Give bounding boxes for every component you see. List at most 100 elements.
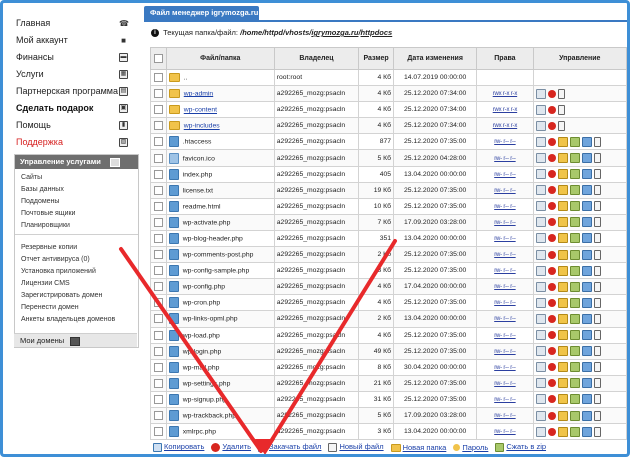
file-name-cell[interactable]: wp-login.php	[165, 342, 275, 360]
file-name-cell[interactable]: license.txt	[165, 181, 275, 199]
delete-icon[interactable]	[547, 137, 556, 146]
file-name[interactable]: wp-links-opml.php	[183, 316, 238, 323]
table-row[interactable]: license.txt a292265_mozg:psacln 19 Кб 25.12…	[150, 181, 627, 199]
download-icon[interactable]	[581, 249, 592, 260]
row-select-cell[interactable]	[150, 326, 167, 344]
properties-icon[interactable]	[593, 297, 601, 308]
perms-link[interactable]: rw- r-- r--	[494, 236, 516, 242]
row-checkbox[interactable]	[153, 73, 163, 83]
download-icon[interactable]	[581, 233, 592, 244]
perms-link[interactable]: rw- r-- r--	[494, 365, 516, 371]
table-row[interactable]: .. root:root 4 Кб 14.07.2019 00:00:00	[150, 68, 627, 87]
perms-link[interactable]: rw- r-- r--	[494, 139, 516, 145]
row-select-cell[interactable]	[150, 68, 167, 87]
table-row[interactable]: wp-config-sample.php a292265_mozg:psacln 3…	[150, 262, 627, 280]
services-item[interactable]: Анкеты владельцев доменов	[15, 314, 138, 326]
delete-icon[interactable]	[547, 427, 556, 436]
table-row[interactable]: readme.html a292265_mozg:psacln 10 Кб 25.12…	[150, 197, 627, 215]
rename-icon[interactable]	[535, 104, 546, 115]
zip-icon[interactable]	[569, 330, 580, 341]
download-icon[interactable]	[581, 426, 592, 437]
edit-icon[interactable]	[557, 169, 568, 180]
perms-link[interactable]: rw- r-- r--	[494, 429, 516, 435]
file-name-cell[interactable]: wp-settings.php	[165, 374, 275, 392]
services-item[interactable]: Сайты	[15, 172, 138, 184]
sidebar-item-8[interactable]: Поддержка	[16, 134, 63, 150]
delete-icon[interactable]	[547, 314, 556, 323]
perms-link[interactable]: rw- r-- r--	[494, 349, 516, 355]
file-name-cell[interactable]: .htaccess	[165, 133, 275, 151]
perms-link[interactable]: rw- r-- r--	[494, 156, 516, 162]
file-name-cell[interactable]: ..	[165, 68, 275, 87]
file-name[interactable]: wp-login.php	[183, 348, 222, 355]
rename-icon[interactable]	[535, 362, 546, 373]
rename-icon[interactable]	[535, 281, 546, 292]
download-icon[interactable]	[581, 136, 592, 147]
file-name-cell[interactable]: wp-activate.php	[165, 213, 275, 231]
file-manager-tab[interactable]: Файл менеджер igrymozga.ru	[144, 6, 259, 20]
services-item[interactable]: Почтовые ящики	[15, 208, 138, 220]
table-row[interactable]: wp-load.php a292265_mozg:psacln 4 Кб 25.12.…	[150, 326, 627, 344]
sidebar-item-5[interactable]: Партнерская программа	[16, 83, 118, 99]
perms-link[interactable]: rwx r-x r-x	[493, 123, 518, 129]
table-row[interactable]: wp-admin a292265_mozg:psacln 4 Кб 25.12.202…	[150, 85, 627, 103]
file-name[interactable]: wp-config.php	[183, 284, 225, 291]
row-select-cell[interactable]	[150, 358, 167, 376]
properties-icon[interactable]	[593, 249, 601, 260]
rename-icon[interactable]	[535, 88, 546, 99]
row-select-cell[interactable]	[150, 181, 167, 199]
sidebar-item-6[interactable]: Сделать подарок	[16, 100, 93, 116]
properties-icon[interactable]	[593, 378, 601, 389]
table-row[interactable]: wp-content a292265_mozg:psacln 4 Кб 25.12.2…	[150, 101, 627, 119]
delete-icon[interactable]	[547, 347, 556, 356]
file-name-cell[interactable]: wp-includes	[165, 117, 275, 135]
zip-icon[interactable]	[569, 410, 580, 421]
row-checkbox[interactable]	[153, 121, 163, 131]
zip-icon[interactable]	[569, 233, 580, 244]
delete-icon[interactable]	[547, 395, 556, 404]
path-link-domain[interactable]: igrymozga.ru	[311, 28, 358, 37]
edit-icon[interactable]	[557, 313, 568, 324]
row-select-cell[interactable]	[150, 246, 167, 264]
file-name-cell[interactable]: wp-mail.php	[165, 358, 275, 376]
file-name-cell[interactable]: wp-links-opml.php	[165, 310, 275, 328]
file-name[interactable]: wp-load.php	[183, 332, 220, 339]
services-item[interactable]: Установка приложений	[15, 266, 138, 278]
file-name-cell[interactable]: wp-content	[165, 101, 275, 119]
file-name-link[interactable]: wp-content	[184, 107, 217, 114]
row-checkbox[interactable]	[153, 346, 163, 356]
rename-icon[interactable]	[535, 201, 546, 212]
properties-icon[interactable]	[593, 330, 601, 341]
rename-icon[interactable]	[535, 313, 546, 324]
file-name-cell[interactable]: wp-config-sample.php	[165, 262, 275, 280]
col-date-header[interactable]: Дата изменения	[393, 47, 478, 70]
row-select-cell[interactable]	[150, 294, 167, 312]
download-icon[interactable]	[581, 281, 592, 292]
download-icon[interactable]	[581, 330, 592, 341]
download-icon[interactable]	[581, 297, 592, 308]
edit-icon[interactable]	[557, 249, 568, 260]
perms-link[interactable]: rw- r-- r--	[494, 284, 516, 290]
file-name[interactable]: wp-cron.php	[183, 300, 220, 307]
row-checkbox[interactable]	[153, 89, 163, 99]
row-checkbox[interactable]	[153, 250, 163, 260]
row-select-cell[interactable]	[150, 149, 167, 167]
download-icon[interactable]	[581, 265, 592, 276]
file-name-cell[interactable]: wp-blog-header.php	[165, 229, 275, 248]
row-checkbox[interactable]	[153, 411, 163, 421]
delete-icon[interactable]	[547, 379, 556, 388]
row-select-cell[interactable]	[150, 278, 167, 296]
rename-icon[interactable]	[535, 120, 546, 131]
row-checkbox[interactable]	[153, 298, 163, 308]
row-checkbox[interactable]	[153, 394, 163, 404]
row-checkbox[interactable]	[153, 266, 163, 276]
col-size-header[interactable]: Размер	[358, 47, 395, 70]
zip-icon[interactable]	[569, 185, 580, 196]
perms-link[interactable]: rw- r-- r--	[494, 333, 516, 339]
services-item[interactable]: Поддомены	[15, 196, 138, 208]
edit-icon[interactable]	[557, 394, 568, 405]
file-name[interactable]: wp-config-sample.php	[183, 267, 250, 274]
edit-icon[interactable]	[557, 362, 568, 373]
download-icon[interactable]	[581, 378, 592, 389]
zip-icon[interactable]	[569, 426, 580, 437]
